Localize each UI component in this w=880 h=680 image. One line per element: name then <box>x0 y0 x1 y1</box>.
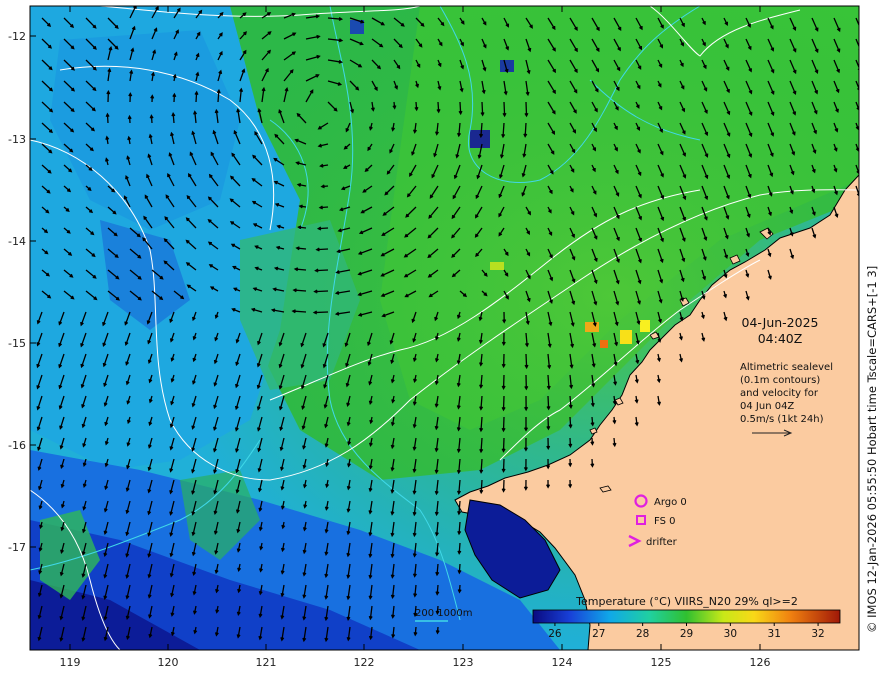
lat-tick-label: -14 <box>8 235 26 248</box>
lon-tick-label: 122 <box>354 656 375 669</box>
lon-tick-label: 125 <box>651 656 672 669</box>
lon-tick-label: 126 <box>750 656 771 669</box>
colorbar-tick-label: 32 <box>811 628 824 640</box>
legend-drifter: drifter <box>646 537 678 548</box>
lon-tick-label: 124 <box>552 656 573 669</box>
map-time: 04:40Z <box>758 331 803 346</box>
colorbar-gradient <box>532 609 841 624</box>
lat-tick-label: -13 <box>8 133 26 146</box>
lat-tick-label: -17 <box>8 541 26 554</box>
legend-argo: Argo 0 <box>654 497 687 508</box>
info-line: (0.1m contours) <box>740 375 820 386</box>
colorbar-tick-label: 31 <box>768 628 781 640</box>
credit-text: © IMOS 12-Jan-2026 05:55:50 Hobart time … <box>865 266 879 633</box>
info-line: and velocity for <box>740 388 819 399</box>
colorbar-tick-label: 29 <box>680 628 693 640</box>
map-date: 04-Jun-2025 <box>742 315 819 330</box>
lat-tick-label: -16 <box>8 439 26 452</box>
lat-tick-label: -15 <box>8 337 26 350</box>
colorbar-tick-label: 26 <box>548 628 562 640</box>
colorbar-title: Temperature (°C) VIIRS_N20 29% ql>=2 <box>575 595 798 608</box>
sst-map: -12 -13 -14 -15 -16 -17 119 120 121 122 … <box>8 5 879 669</box>
lat-tick-label: -12 <box>8 30 26 43</box>
colorbar-tick-label: 30 <box>724 628 737 640</box>
legend-fs: FS 0 <box>654 516 675 527</box>
lon-tick-label: 119 <box>60 656 81 669</box>
lon-tick-label: 123 <box>453 656 474 669</box>
colorbar-tick-label: 28 <box>636 628 649 640</box>
info-line: 0.5m/s (1kt 24h) <box>740 414 824 425</box>
bathy-legend-label: 200 1000m <box>415 608 472 619</box>
colorbar-tick-label: 27 <box>592 628 605 640</box>
info-line: Altimetric sealevel <box>740 362 833 373</box>
lon-tick-label: 120 <box>158 656 179 669</box>
info-line: 04 Jun 04Z <box>740 401 794 412</box>
lon-tick-label: 121 <box>256 656 277 669</box>
